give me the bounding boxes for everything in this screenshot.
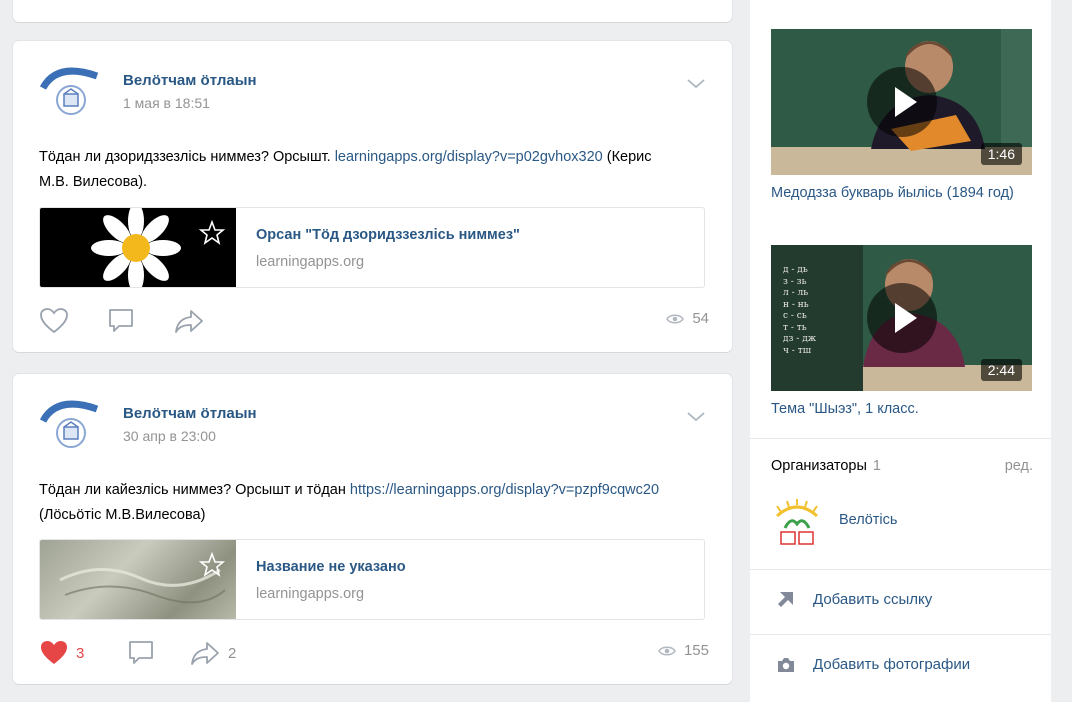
divider <box>750 438 1051 439</box>
star-icon[interactable] <box>198 551 226 579</box>
chevron-down-icon[interactable] <box>686 77 706 91</box>
board-text: д - дь з - зь л - ль н - нь с - сь т - т… <box>783 265 853 357</box>
like-button[interactable] <box>39 306 76 336</box>
add-link-button[interactable]: Добавить ссылку <box>777 590 932 608</box>
post-author[interactable]: Велӧтчам ӧтлаын <box>123 405 257 422</box>
post-actions: 3 2 155 <box>39 638 709 668</box>
organizers-count: 1 <box>872 458 881 474</box>
board-line: ч - тш <box>783 345 812 356</box>
community-avatar[interactable] <box>37 391 105 459</box>
community-avatar[interactable] <box>37 58 105 126</box>
views-counter: 54 <box>666 310 709 327</box>
comment-icon <box>109 309 133 332</box>
camera-icon <box>778 657 794 672</box>
comment-icon <box>129 641 153 664</box>
attachment-domain: learningapps.org <box>256 586 365 602</box>
post-author[interactable]: Велӧтчам ӧтлаын <box>123 72 257 89</box>
views-count: 155 <box>683 642 709 659</box>
play-icon[interactable] <box>866 283 937 353</box>
board-line: дз - дж <box>783 334 817 344</box>
link-attachment[interactable]: Орсан "Тӧд дзоридззезлісь ниммез" learni… <box>39 207 705 288</box>
star-icon[interactable] <box>198 219 226 247</box>
edit-link[interactable]: ред. <box>1005 458 1033 474</box>
attachment-thumbnail <box>40 208 236 287</box>
post-date[interactable]: 1 мая в 18:51 <box>123 95 210 111</box>
heart-icon <box>41 641 67 664</box>
wall-post: Велӧтчам ӧтлаын 30 апр в 23:00 Тӧдан ли … <box>13 374 732 684</box>
post-text: Тӧдан ли кайезлісь ниммез? Орсышт и тӧда… <box>39 478 679 528</box>
post-text: Тӧдан ли дзоридззезлісь ниммез? Орсышт. … <box>39 145 679 195</box>
share-icon <box>191 642 219 665</box>
divider <box>750 634 1051 635</box>
organizer-name[interactable]: Велӧтісь <box>839 512 897 528</box>
share-button[interactable]: 2 <box>189 638 236 668</box>
organizer-avatar[interactable] <box>771 498 823 548</box>
eye-icon <box>666 314 685 323</box>
divider <box>750 569 1051 570</box>
video-thumbnail[interactable]: 1:46 <box>771 29 1032 175</box>
post-text-after: (Лӧсьӧтіс М.В.Вилесова) <box>39 507 206 523</box>
views-counter: 155 <box>658 642 709 659</box>
wall-post: Велӧтчам ӧтлаын 1 мая в 18:51 Тӧдан ли д… <box>13 41 732 352</box>
post-date[interactable]: 30 апр в 23:00 <box>123 428 216 444</box>
heart-icon <box>40 308 68 334</box>
like-button[interactable]: 3 <box>39 638 84 668</box>
organizers-label: Организаторы <box>771 458 867 474</box>
organizers-header[interactable]: Организаторы 1 <box>771 458 881 474</box>
board-line: з - зь <box>783 276 807 287</box>
comment-button[interactable] <box>127 638 162 668</box>
post-actions: 54 <box>39 306 709 336</box>
post-link[interactable]: https://learningapps.org/display?v=pzpf9… <box>350 482 659 498</box>
previous-post-stub <box>13 0 732 22</box>
video-title[interactable]: Медодзза букварь йылісь (1894 год) <box>771 182 1033 204</box>
like-count: 3 <box>76 644 85 662</box>
video-duration: 1:46 <box>980 143 1022 165</box>
arrow-link-icon <box>778 592 793 607</box>
attachment-title[interactable]: Орсан "Тӧд дзоридззезлісь ниммез" <box>256 227 520 243</box>
attachment-title[interactable]: Название не указано <box>256 559 406 575</box>
comment-button[interactable] <box>107 306 142 336</box>
board-line: л - ль <box>783 288 809 298</box>
video-title[interactable]: Тема "Шыэз", 1 класс. <box>771 398 1033 420</box>
attachment-domain: learningapps.org <box>256 254 365 270</box>
add-photo-button[interactable]: Добавить фотографии <box>777 656 970 673</box>
board-line: т - ть <box>783 322 807 333</box>
board-line: н - нь <box>783 299 809 310</box>
play-icon[interactable] <box>866 67 937 137</box>
video-thumbnail[interactable]: д - дь з - зь л - ль н - нь с - сь т - т… <box>771 245 1032 391</box>
eye-icon <box>658 646 676 655</box>
share-count: 2 <box>228 644 237 662</box>
share-button[interactable] <box>173 306 212 336</box>
post-text-before: Тӧдан ли дзоридззезлісь ниммез? Орсышт. <box>39 149 335 165</box>
share-icon <box>175 310 203 333</box>
chevron-down-icon[interactable] <box>686 410 706 424</box>
link-attachment[interactable]: Название не указано learningapps.org <box>39 539 705 620</box>
right-sidebar: 1:46 Медодзза букварь йылісь (1894 год) … <box>750 0 1051 702</box>
views-count: 54 <box>692 310 709 327</box>
board-line: д - дь <box>783 265 808 275</box>
video-duration: 2:44 <box>980 359 1022 381</box>
post-link[interactable]: learningapps.org/display?v=p02gvhox320 <box>335 149 603 165</box>
board-line: с - сь <box>783 311 807 321</box>
add-link-label: Добавить ссылку <box>813 590 933 608</box>
attachment-thumbnail <box>40 540 236 619</box>
add-photo-label: Добавить фотографии <box>813 656 971 673</box>
post-text-before: Тӧдан ли кайезлісь ниммез? Орсышт и тӧда… <box>39 482 350 498</box>
